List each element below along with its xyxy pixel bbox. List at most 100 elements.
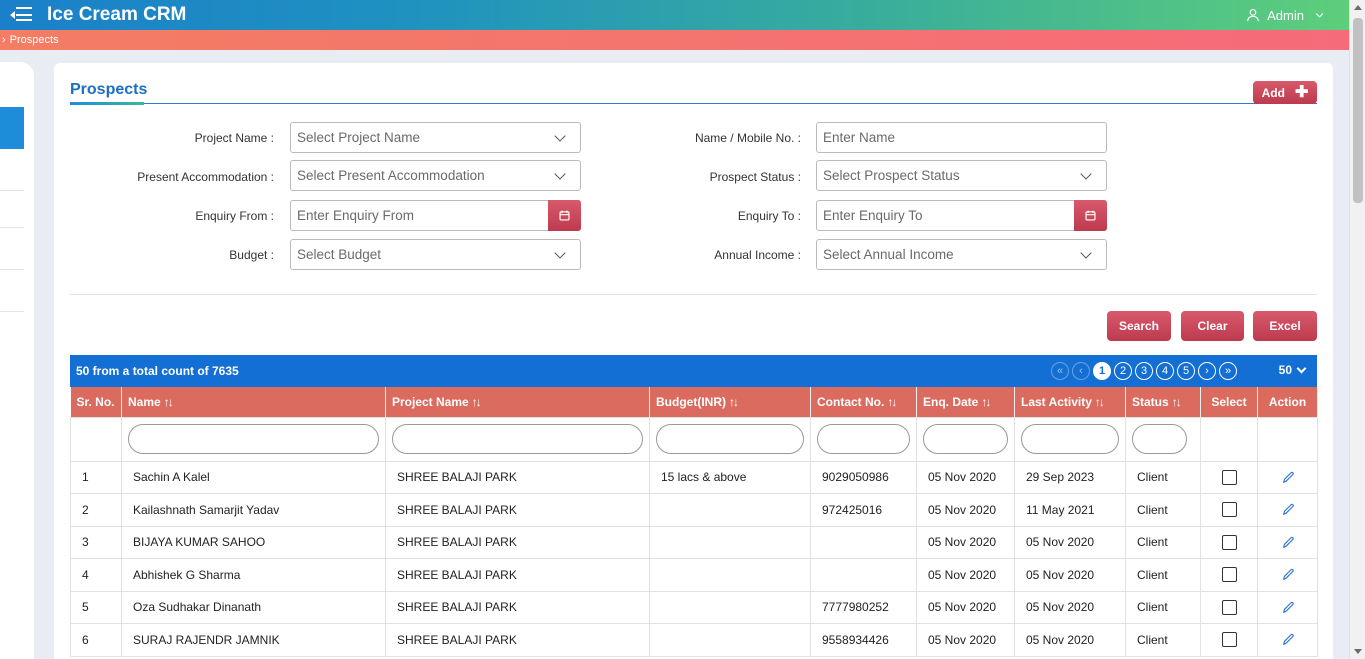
filter-last-activity-input[interactable] [1021, 424, 1119, 454]
page-title: Prospects [70, 81, 148, 98]
edit-icon[interactable] [1281, 568, 1295, 582]
sort-icon: ↑↓ [728, 394, 739, 409]
page-1[interactable]: 1 [1093, 362, 1111, 380]
cell-budget [649, 590, 811, 624]
cell-action [1257, 558, 1318, 592]
cell-name: Oza Sudhakar Dinanath [121, 590, 386, 624]
select-checkbox[interactable] [1221, 632, 1237, 648]
filter-cell [70, 416, 122, 462]
sidebar-item[interactable] [0, 228, 24, 270]
page-5[interactable]: 5 [1177, 362, 1195, 380]
last-page-icon[interactable]: » [1219, 362, 1237, 380]
search-button[interactable]: Search [1107, 311, 1171, 341]
sort-icon: ↑↓ [163, 394, 174, 409]
sidebar-item-active[interactable] [0, 107, 24, 149]
cell-select [1200, 460, 1258, 494]
table-row: 1 Sachin A Kalel SHREE BALAJI PARK 15 lacs … [70, 460, 1318, 494]
name-mobile-input[interactable]: Enter Name [816, 122, 1107, 153]
edit-icon[interactable] [1281, 471, 1295, 485]
project-name-select[interactable]: Select Project Name [290, 122, 581, 153]
filter-contact-input[interactable] [817, 424, 910, 454]
col-status[interactable]: Status ↑↓ [1125, 387, 1201, 417]
cell-project-name: SHREE BALAJI PARK [385, 460, 650, 494]
col-last-activity[interactable]: Last Activity ↑↓ [1014, 387, 1126, 417]
breadcrumb: › Prospects [0, 30, 1349, 50]
title-divider [70, 103, 1317, 104]
user-menu[interactable]: Admin [1246, 0, 1325, 30]
present-accommodation-select[interactable]: Select Present Accommodation [290, 160, 581, 191]
select-checkbox[interactable] [1221, 469, 1237, 485]
prev-page-icon[interactable]: ‹ [1072, 362, 1090, 380]
cell-project-name: SHREE BALAJI PARK [385, 493, 650, 527]
page-3[interactable]: 3 [1135, 362, 1153, 380]
page-scrollbar[interactable] [1349, 0, 1365, 659]
add-button[interactable]: Add ✚ [1253, 81, 1317, 104]
filter-cell [1200, 416, 1258, 462]
first-page-icon[interactable]: « [1051, 362, 1069, 380]
filter-budget-input[interactable] [656, 424, 804, 454]
breadcrumb-item-prospects[interactable]: Prospects [10, 34, 59, 46]
page-4[interactable]: 4 [1156, 362, 1174, 380]
page-2[interactable]: 2 [1114, 362, 1132, 380]
sidebar-item[interactable] [0, 270, 24, 312]
select-checkbox[interactable] [1221, 534, 1237, 550]
sidebar-item[interactable] [0, 149, 24, 191]
sidebar [0, 62, 34, 659]
cell-select [1200, 525, 1258, 559]
cell-status: Client [1125, 558, 1201, 592]
col-name[interactable]: Name ↑↓ [121, 387, 386, 417]
filter-status-input[interactable] [1132, 424, 1187, 454]
page-size-select[interactable]: 50 [1279, 363, 1307, 377]
user-name: Admin [1267, 7, 1304, 23]
chevron-down-icon [554, 168, 566, 180]
edit-icon[interactable] [1281, 536, 1295, 550]
edit-icon[interactable] [1281, 601, 1295, 615]
col-project-name[interactable]: Project Name ↑↓ [385, 387, 650, 417]
next-page-icon[interactable]: › [1198, 362, 1216, 380]
cell-budget [649, 623, 811, 657]
col-budget[interactable]: Budget(INR) ↑↓ [649, 387, 811, 417]
select-checkbox[interactable] [1221, 502, 1237, 518]
enquiry-to-placeholder: Enter Enquiry To [823, 208, 923, 223]
col-enq-date[interactable]: Enq. Date ↑↓ [916, 387, 1015, 417]
table-row: 3 BIJAYA KUMAR SAHOO SHREE BALAJI PARK 05 N… [70, 525, 1318, 559]
filter-enq-date-input[interactable] [923, 424, 1008, 454]
project-name-placeholder: Select Project Name [297, 130, 421, 145]
filter-project-input[interactable] [392, 424, 643, 454]
annual-income-select[interactable]: Select Annual Income [816, 239, 1107, 270]
budget-select[interactable]: Select Budget [290, 239, 581, 270]
menu-toggle-icon[interactable] [10, 7, 32, 23]
cell-contact: 9029050986 [810, 460, 917, 494]
header-row: Sr. No. Name ↑↓ Project Name ↑↓ Budget(INR… [70, 387, 1318, 417]
cell-name: Abhishek G Sharma [121, 558, 386, 592]
edit-icon[interactable] [1281, 633, 1295, 647]
select-checkbox[interactable] [1221, 567, 1237, 583]
col-sr-no: Sr. No. [70, 387, 122, 417]
cell-select [1200, 623, 1258, 657]
col-contact[interactable]: Contact No. ↑↓ [810, 387, 917, 417]
scroll-up-icon[interactable] [1354, 5, 1362, 10]
cell-last-activity: 29 Sep 2023 [1014, 460, 1126, 494]
filter-name-input[interactable] [128, 424, 379, 454]
enquiry-from-input[interactable]: Enter Enquiry From [290, 200, 581, 231]
scroll-thumb[interactable] [1353, 18, 1363, 203]
select-checkbox[interactable] [1221, 599, 1237, 615]
enquiry-to-input[interactable]: Enter Enquiry To [816, 200, 1107, 231]
calendar-icon[interactable] [548, 200, 581, 231]
calendar-icon[interactable] [1074, 200, 1107, 231]
clear-button[interactable]: Clear [1181, 311, 1244, 341]
excel-button[interactable]: Excel [1253, 311, 1317, 341]
data-table: Sr. No. Name ↑↓ Project Name ↑↓ Budget(INR… [70, 387, 1318, 657]
cell-status: Client [1125, 493, 1201, 527]
cell-budget: 15 lacs & above [649, 460, 811, 494]
cell-last-activity: 05 Nov 2020 [1014, 590, 1126, 624]
edit-icon[interactable] [1281, 503, 1295, 517]
cell-budget [649, 558, 811, 592]
scroll-down-icon[interactable] [1354, 649, 1362, 654]
pagination: « ‹ 1 2 3 4 5 › » [1051, 362, 1237, 380]
prospect-status-select[interactable]: Select Prospect Status [816, 160, 1107, 191]
sidebar-item[interactable] [0, 186, 24, 228]
chevron-down-icon [554, 130, 566, 142]
cell-status: Client [1125, 460, 1201, 494]
project-name-label: Project Name : [194, 131, 274, 145]
